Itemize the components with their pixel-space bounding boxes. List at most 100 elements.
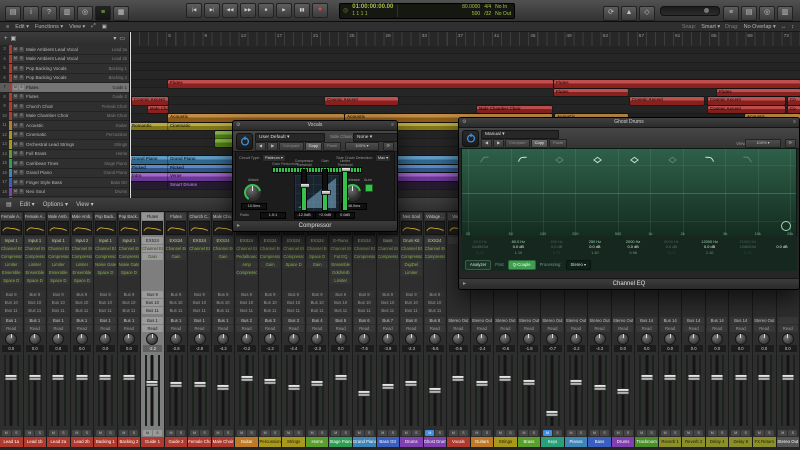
fader-cap[interactable] (640, 373, 654, 381)
mute-button[interactable]: M (307, 430, 317, 436)
menu-edit[interactable]: Edit ▾ (15, 24, 29, 30)
send-slot[interactable]: Bus 10 (118, 299, 140, 306)
region[interactable]: Cosmic Ascent (325, 97, 398, 105)
fader-cap[interactable] (428, 387, 442, 395)
region[interactable] (215, 139, 233, 148)
strip-automation-slot[interactable]: Read (636, 325, 657, 332)
strip-fader[interactable] (72, 354, 93, 427)
strip-setting-button[interactable]: Pop Back.. (118, 213, 140, 220)
strip-setting-button[interactable]: Male Cha.. (212, 213, 234, 220)
arrange-panel-icon[interactable]: ≡ (6, 24, 9, 30)
mute-button[interactable]: M (331, 430, 341, 436)
window-link-icon[interactable]: ≡ (391, 121, 394, 130)
strip-input-slot[interactable]: Input 1 (118, 237, 140, 244)
mute-button[interactable]: M (48, 430, 58, 436)
strip-output-slot[interactable]: Bus 14 (659, 317, 681, 324)
track-header-row[interactable]: 6 M S Pop Backing Vocals Backing 2 (0, 73, 129, 83)
strip-name-label[interactable]: Horns (305, 437, 329, 447)
send-slot[interactable]: Bus 9 (118, 291, 140, 298)
strip-setting-button[interactable]: Male Amb.. (48, 213, 69, 220)
fx-slot[interactable]: Gain (142, 253, 163, 260)
send-slot[interactable]: Bus 11 (71, 307, 93, 314)
strip-eq-thumbnail[interactable] (401, 221, 422, 235)
strip-eq-thumbnail[interactable] (165, 221, 187, 235)
track-mute-button[interactable]: M (13, 56, 18, 62)
send-slot[interactable]: Bus 9 (401, 291, 422, 298)
channel-strip-drums[interactable]: Neo Soul Drum Kit Channel EQ Compressor Digi… (400, 212, 424, 447)
fx-slot[interactable]: Ensemble (71, 269, 93, 276)
preset-select[interactable]: User Default ▾ (255, 133, 325, 142)
fx-slot[interactable]: Amp (236, 261, 257, 268)
strip-output-slot[interactable]: Bus 3 (283, 317, 304, 324)
fader-cap[interactable] (498, 375, 512, 383)
fader-cap[interactable] (310, 379, 324, 387)
region[interactable] (215, 131, 233, 139)
region[interactable]: Romantic (130, 122, 168, 131)
track-sort-icon[interactable]: ▾ (113, 35, 116, 42)
strip-fader[interactable] (613, 354, 634, 427)
strip-fader[interactable] (448, 354, 469, 427)
send-slot[interactable]: Bus 11 (353, 307, 375, 314)
fader-cap[interactable] (545, 409, 559, 417)
fx-slot[interactable]: Compressor (1, 253, 22, 260)
strip-name-label[interactable]: Backing 1 (94, 437, 117, 447)
copy-button[interactable]: Copy (304, 142, 322, 151)
slider-handle[interactable] (341, 167, 351, 172)
channel-strip-percussion[interactable]: CinematicEXS24Channel EQCompressorGainBu… (258, 212, 283, 447)
strip-automation-slot[interactable]: Read (471, 325, 493, 332)
fx-slot[interactable]: Limiter (1, 261, 22, 268)
fx-slot[interactable]: Channel EQ (95, 245, 116, 252)
fx-slot[interactable]: Ensemble (24, 269, 46, 276)
eq-band-7-values[interactable]: 12000 Hz 0.0 dB 1.10 (691, 236, 729, 258)
send-slot[interactable]: Bus 9 (306, 291, 328, 298)
channel-strip-backing-1[interactable]: Pop Back.. Input 1 Channel EQ Compressor Noi… (94, 212, 118, 447)
fader-cap[interactable] (240, 375, 254, 383)
strip-automation-slot[interactable]: Read (236, 325, 257, 332)
strip-fader[interactable] (330, 354, 351, 427)
pan-knob[interactable] (287, 332, 300, 345)
strip-automation-slot[interactable]: Read (212, 325, 234, 332)
send-slot[interactable]: Bus 11 (401, 307, 422, 314)
pan-knob[interactable] (428, 332, 441, 345)
lcd-settings-icon[interactable]: ◎ (343, 7, 348, 14)
send-slot[interactable]: Bus 10 (142, 299, 163, 306)
send-slot[interactable]: Bus 11 (330, 307, 351, 314)
eq-band-5-bell-icon[interactable] (616, 151, 654, 169)
stop-button[interactable]: ■ (258, 3, 274, 18)
send-slot[interactable]: Bus 10 (353, 299, 375, 306)
compare-button[interactable]: Compare (279, 142, 304, 151)
pan-knob[interactable] (264, 332, 277, 345)
strip-fader[interactable] (260, 354, 281, 427)
strip-fader[interactable] (142, 354, 163, 427)
pan-knob[interactable] (499, 332, 512, 345)
strip-automation-slot[interactable]: Read (706, 325, 728, 332)
strip-fader[interactable] (283, 354, 304, 427)
fx-slot[interactable]: Channel EQ (283, 245, 304, 252)
strip-name-label[interactable]: Stereo Out (776, 437, 800, 447)
compare-button[interactable]: Compare (505, 139, 530, 148)
channel-strip-lead-2a[interactable]: Male Amb.. Input 1 Channel EQ Compressor Lim… (47, 212, 71, 447)
fx-slot[interactable]: Channel EQ (71, 245, 93, 252)
lcd-display[interactable]: ◎ 01:00:00:00.00 1 1 1 1 80.0000 500 4/4… (339, 2, 515, 19)
strip-name-label[interactable]: Vocals (447, 437, 470, 447)
eq-graph[interactable]: 20 50 100 200 500 1k 2k 5k 10k 20k (461, 148, 797, 238)
send-slot[interactable]: Bus 9 (71, 291, 93, 298)
track-solo-button[interactable]: S (19, 94, 24, 100)
fader-cap[interactable] (51, 373, 65, 381)
fx-slot[interactable]: Space D (24, 277, 46, 284)
fx-slot[interactable]: Space D (283, 261, 304, 268)
track-solo-button[interactable]: S (19, 113, 24, 119)
fx-slot[interactable]: Compressor (401, 253, 422, 260)
track-mute-button[interactable]: M (13, 46, 18, 52)
fx-slot[interactable]: Channel EQ (377, 245, 399, 252)
mute-button[interactable]: M (590, 430, 600, 436)
prev-preset-button[interactable]: ◀ (255, 142, 267, 151)
fx-slot[interactable]: Gain (212, 253, 234, 260)
solo-button[interactable]: S (458, 430, 468, 436)
track-solo-button[interactable]: S (19, 65, 24, 71)
strip-setting-button[interactable]: Male Amb.. (71, 213, 93, 220)
mute-button[interactable]: M (519, 430, 529, 436)
fader-cap[interactable] (734, 373, 748, 381)
fader-cap[interactable] (145, 379, 159, 387)
strip-input-slot[interactable]: Bass (377, 237, 399, 244)
